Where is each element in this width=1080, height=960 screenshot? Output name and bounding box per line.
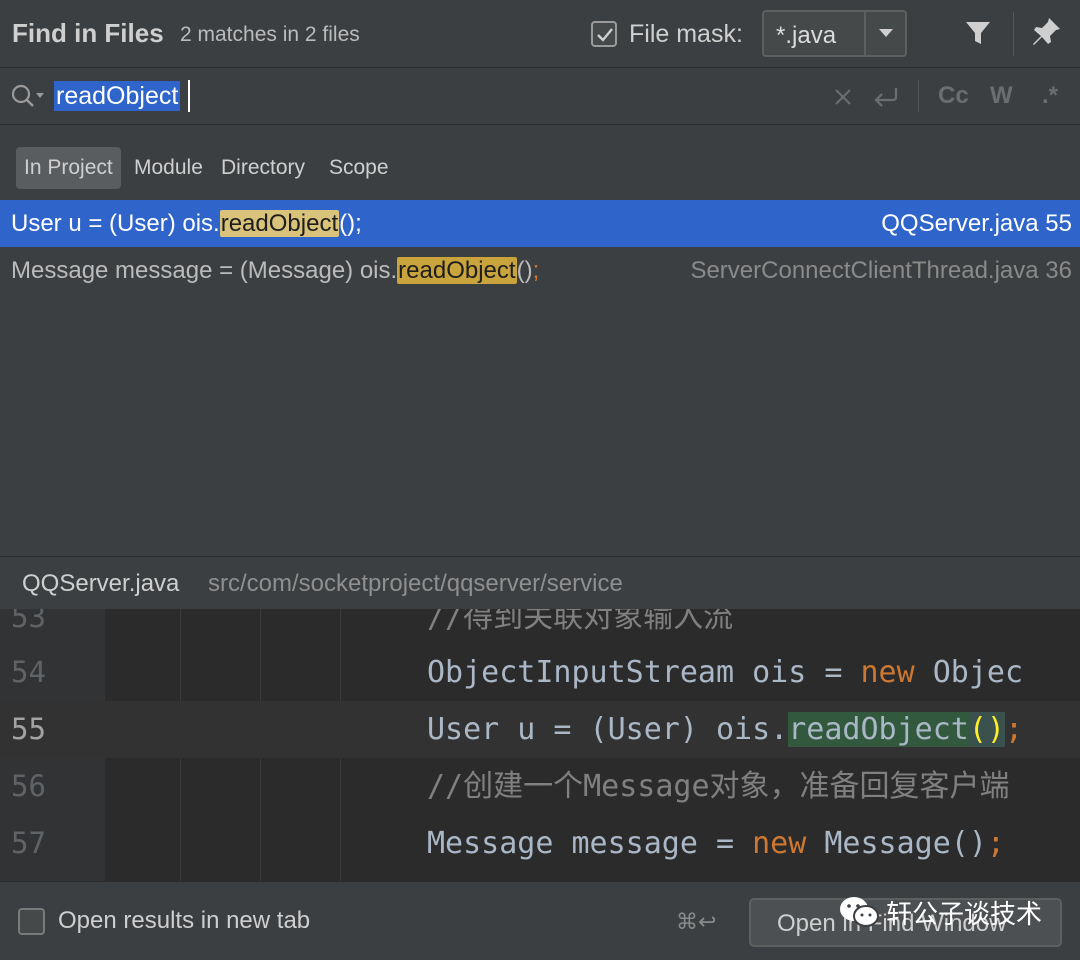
file-mask-dropdown[interactable]: *.java (762, 10, 907, 57)
code-segment: Message message = (427, 826, 753, 861)
new-line-icon[interactable] (872, 85, 900, 109)
code-text: //创建一个Message对象，准备回复客户端 (427, 769, 1010, 804)
keyword: new (860, 655, 915, 690)
line-number: 54 (11, 655, 46, 689)
preview-header: QQServer.java src/com/socketproject/qqse… (0, 556, 1080, 609)
code-segment: User u = (User) ois. (427, 712, 789, 747)
result-suffix: (); (339, 210, 362, 237)
tab-scope[interactable]: Scope (321, 147, 397, 189)
file-mask-value: *.java (776, 22, 837, 49)
options-separator (918, 80, 919, 112)
code-line: 57 Message message = new Message(); (0, 815, 1080, 872)
chevron-down-icon[interactable] (878, 27, 894, 39)
code-text: User u = (User) ois.readObject(); (427, 701, 1023, 758)
search-icon[interactable] (10, 83, 46, 111)
pin-icon[interactable] (1030, 16, 1062, 48)
result-code: User u = (User) ois.readObject(); (11, 200, 362, 247)
results-list: User u = (User) ois.readObject(); QQServ… (0, 200, 1080, 556)
file-mask-checkbox[interactable] (591, 21, 617, 47)
dropdown-divider (864, 12, 866, 55)
result-prefix: Message message = (Message) ois. (11, 257, 398, 284)
result-semicolon: ; (532, 257, 540, 284)
header-separator (1013, 12, 1014, 56)
code-preview[interactable]: 53 //得到关联对象输入流 54 ObjectInputStream ois … (0, 609, 1080, 881)
code-segment: Objec (914, 655, 1024, 690)
scope-tabs: In Project Module Directory Scope (0, 126, 1080, 200)
code-segment: Message() (806, 826, 987, 861)
code-match: readObject (788, 712, 969, 747)
result-location: QQServer.java 55 (881, 210, 1072, 237)
preview-file-name: QQServer.java (22, 570, 180, 597)
result-row[interactable]: User u = (User) ois.readObject(); QQServ… (0, 200, 1080, 247)
search-input[interactable]: readObject (54, 81, 181, 111)
result-location: ServerConnectClientThread.java 36 (690, 257, 1072, 284)
wechat-icon (840, 897, 879, 927)
match-count: 2 matches in 2 files (180, 23, 360, 46)
result-match: readObject (219, 210, 340, 237)
preview-file-path: src/com/socketproject/qqserver/service (208, 570, 623, 597)
result-prefix: User u = (User) ois. (11, 210, 220, 237)
checkmark-icon (597, 28, 613, 42)
watermark-text: 轩公子谈技术 (886, 899, 1043, 930)
line-number: 57 (11, 826, 46, 860)
semicolon: ; (986, 826, 1005, 861)
open-new-tab-checkbox[interactable] (18, 908, 45, 935)
watermark: 轩公子谈技术 (838, 892, 1042, 932)
tab-in-project[interactable]: In Project (16, 147, 121, 189)
shortcut-hint: ⌘↩ (676, 909, 717, 934)
line-number: 53 (11, 609, 46, 634)
result-suffix: () (516, 257, 533, 284)
match-case-toggle[interactable]: Cc (938, 82, 969, 110)
code-line: 56 //创建一个Message对象，准备回复客户端 (0, 758, 1080, 815)
paren-match: () (968, 712, 1005, 747)
code-text: ObjectInputStream ois = new Objec (427, 644, 1023, 701)
code-segment: ObjectInputStream ois = (427, 655, 861, 690)
filter-icon[interactable] (964, 19, 992, 47)
code-text: Message message = new Message(); (427, 815, 1005, 872)
code-line-current: 55 User u = (User) ois.readObject(); (0, 701, 1080, 758)
result-row[interactable]: Message message = (Message) ois.readObje… (0, 247, 1080, 294)
line-number: 56 (11, 769, 46, 803)
result-match: readObject (397, 257, 517, 284)
dialog-title: Find in Files (12, 18, 164, 48)
text-caret (188, 80, 190, 112)
regex-toggle[interactable]: .* (1042, 82, 1058, 110)
file-mask-label: File mask: (629, 20, 743, 48)
line-number: 55 (11, 712, 46, 746)
find-in-files-header: Find in Files 2 matches in 2 files File … (0, 0, 1080, 68)
semicolon: ; (1004, 712, 1024, 747)
clear-icon[interactable] (834, 88, 852, 106)
tab-module[interactable]: Module (126, 147, 211, 189)
code-line: 54 ObjectInputStream ois = new Objec (0, 644, 1080, 701)
keyword: new (752, 826, 807, 861)
open-new-tab-label: Open results in new tab (58, 907, 311, 934)
code-line: 53 //得到关联对象输入流 (0, 609, 1080, 646)
whole-words-toggle[interactable]: W (990, 82, 1013, 110)
tab-directory[interactable]: Directory (213, 147, 313, 189)
result-code: Message message = (Message) ois.readObje… (11, 247, 539, 294)
code-text: //得到关联对象输入流 (427, 609, 734, 635)
